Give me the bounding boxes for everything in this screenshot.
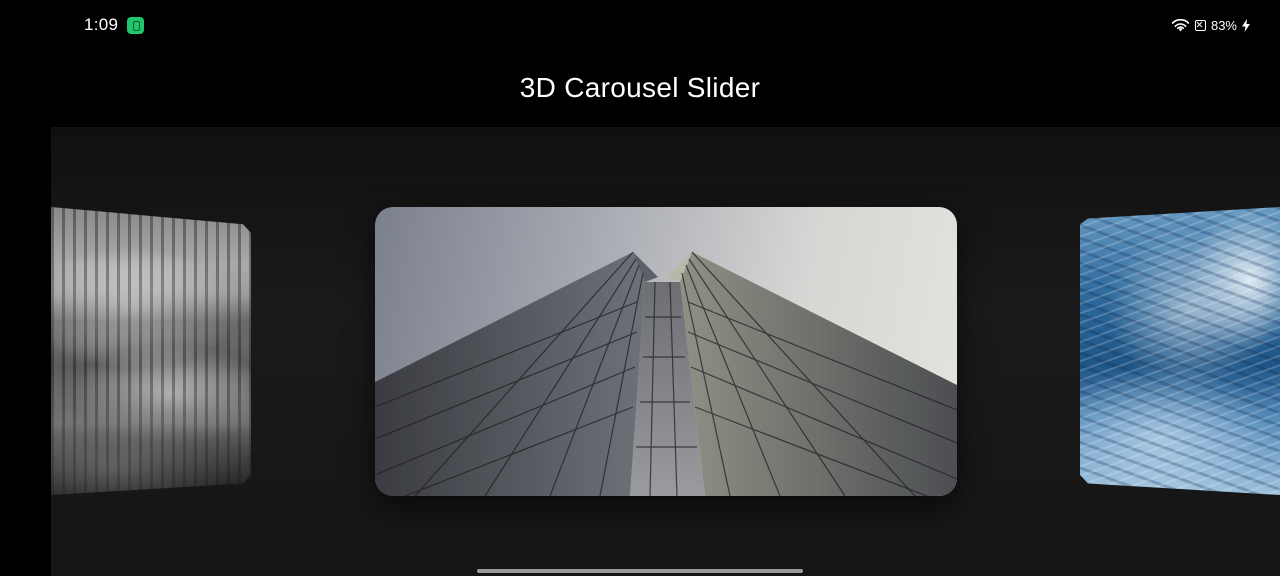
slide-ocean-wave[interactable]: [1080, 207, 1280, 495]
home-indicator[interactable]: [477, 569, 803, 573]
slide-foggy-forest[interactable]: [51, 207, 251, 495]
screen: 1:09 83% 3D Carousel Slider: [0, 0, 1280, 576]
status-icons: 83%: [1171, 15, 1250, 35]
app-bar: 3D Carousel Slider: [0, 50, 1280, 127]
carousel[interactable]: [0, 127, 1280, 576]
wifi-icon: [1171, 18, 1190, 32]
wave-image: [1080, 207, 1280, 495]
status-time: 1:09: [84, 15, 119, 34]
no-sim-icon: [1194, 19, 1206, 31]
skyscraper-image: [375, 251, 957, 496]
app-notification-icon: [127, 17, 144, 34]
charging-bolt-icon: [1242, 18, 1250, 32]
battery-percentage: 83%: [1210, 17, 1237, 33]
page-title: 3D Carousel Slider: [519, 72, 761, 103]
slide-skyscraper[interactable]: [375, 207, 957, 496]
forest-image: [51, 207, 251, 495]
status-bar: 1:09 83%: [0, 0, 1280, 50]
carousel-left-edge: [0, 127, 51, 576]
